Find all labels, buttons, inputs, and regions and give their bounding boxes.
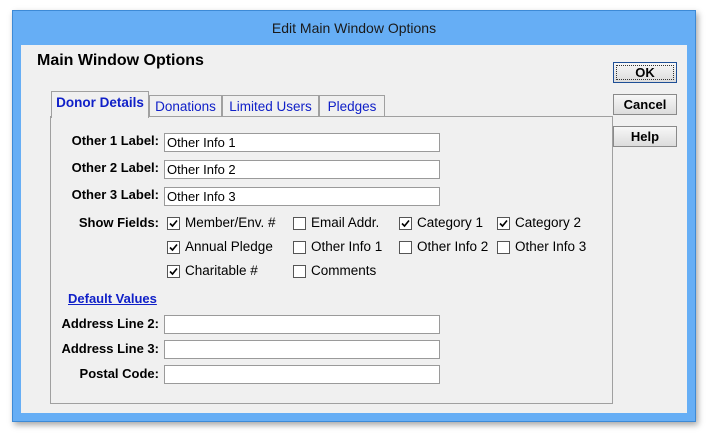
checkbox-label: Member/Env. # <box>185 215 276 230</box>
check-icon <box>169 243 178 252</box>
show-fields-label: Show Fields: <box>78 215 159 230</box>
postal-code-label: Postal Code: <box>79 366 159 381</box>
checkbox-category-2[interactable] <box>497 217 510 230</box>
checkbox-label: Other Info 1 <box>311 239 383 254</box>
cancel-button[interactable]: Cancel <box>613 94 677 115</box>
dialog-window: Edit Main Window Options Main Window Opt… <box>12 10 696 422</box>
checkbox-comments[interactable] <box>293 265 306 278</box>
dialog-client-area: Main Window Options OK Cancel Help Donor… <box>21 45 687 413</box>
checkbox-label: Other Info 3 <box>515 239 587 254</box>
tab-donor-details[interactable]: Donor Details <box>51 91 149 118</box>
checkbox-label: Category 1 <box>417 215 484 230</box>
other1-field[interactable]: Other Info 1 <box>164 133 440 152</box>
address-line-2-field[interactable] <box>164 315 440 334</box>
checkbox-label: Email Addr. <box>311 215 380 230</box>
checkbox-other-info-1[interactable] <box>293 241 306 254</box>
other2-field[interactable]: Other Info 2 <box>164 160 440 179</box>
checkbox-other-info-3[interactable] <box>497 241 510 254</box>
other3-label: Other 3 Label: <box>71 187 159 202</box>
checkbox-email-addr[interactable] <box>293 217 306 230</box>
check-icon <box>499 219 508 228</box>
checkbox-member-env[interactable] <box>167 217 180 230</box>
checkbox-charitable[interactable] <box>167 265 180 278</box>
checkbox-label: Other Info 2 <box>417 239 489 254</box>
default-values-link[interactable]: Default Values <box>68 291 157 306</box>
tab-panel-donor-details: Other 1 Label: Other Info 1 Other 2 Labe… <box>50 116 613 404</box>
other1-label: Other 1 Label: <box>71 133 159 148</box>
other2-label: Other 2 Label: <box>71 160 159 175</box>
checkbox-other-info-2[interactable] <box>399 241 412 254</box>
check-icon <box>169 267 178 276</box>
checkbox-label: Charitable # <box>185 263 258 278</box>
tab-donations[interactable]: Donations <box>149 95 222 117</box>
postal-code-field[interactable] <box>164 365 440 384</box>
check-icon <box>401 219 410 228</box>
address-line-2-label: Address Line 2: <box>61 316 159 331</box>
checkbox-category-1[interactable] <box>399 217 412 230</box>
ok-button[interactable]: OK <box>613 62 677 83</box>
checkbox-label: Category 2 <box>515 215 582 230</box>
page-title: Main Window Options <box>37 52 204 69</box>
window-title: Edit Main Window Options <box>271 20 437 36</box>
help-button[interactable]: Help <box>613 126 677 147</box>
tab-limited-users[interactable]: Limited Users <box>222 95 319 117</box>
checkbox-label: Annual Pledge <box>185 239 273 254</box>
tab-pledges[interactable]: Pledges <box>319 95 385 117</box>
address-line-3-label: Address Line 3: <box>61 341 159 356</box>
check-icon <box>169 219 178 228</box>
checkbox-label: Comments <box>311 263 377 278</box>
address-line-3-field[interactable] <box>164 340 440 359</box>
checkbox-annual-pledge[interactable] <box>167 241 180 254</box>
other3-field[interactable]: Other Info 3 <box>164 187 440 206</box>
